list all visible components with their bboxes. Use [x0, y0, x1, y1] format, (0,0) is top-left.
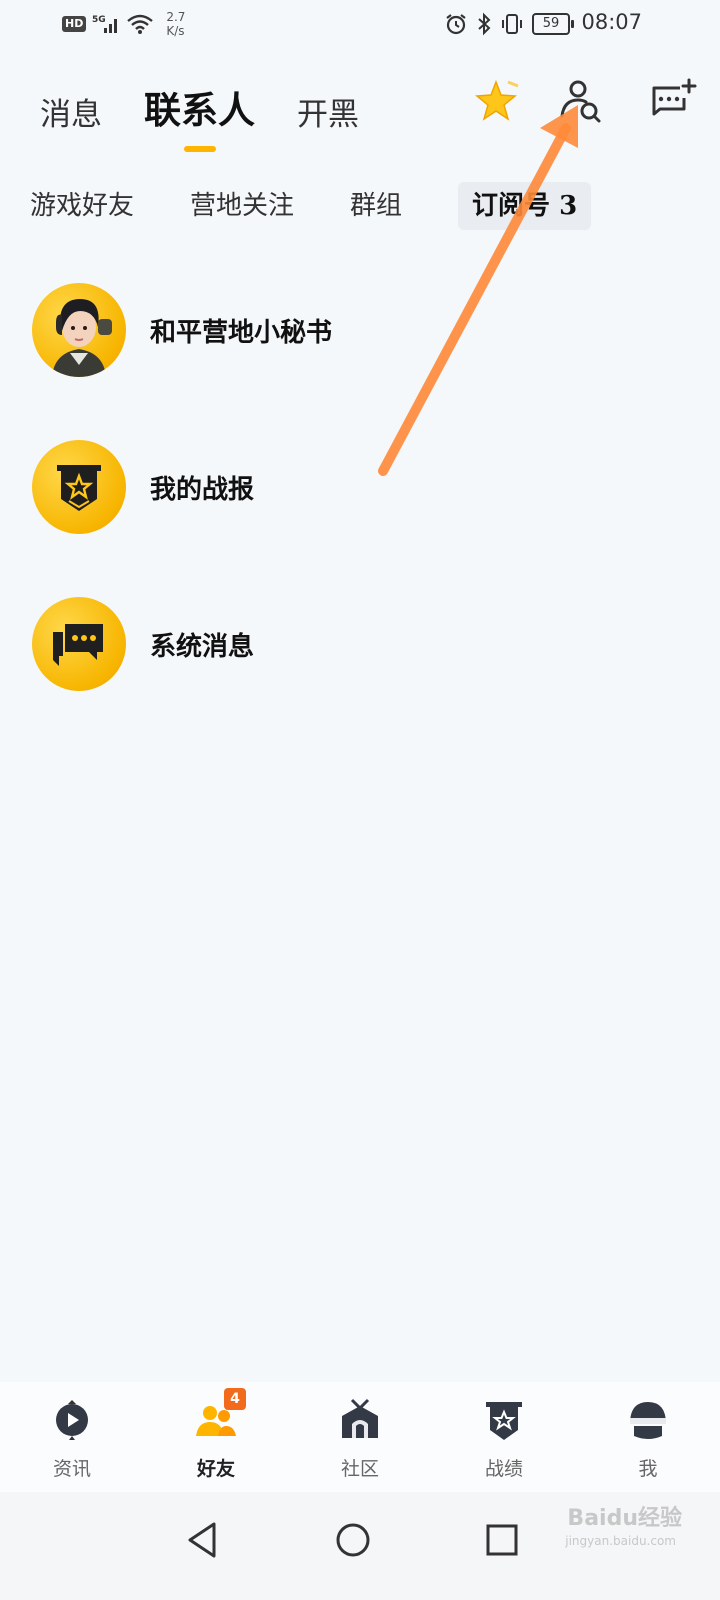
network-type: 5G [92, 15, 106, 25]
character-avatar-icon [52, 299, 112, 377]
nav-label: 好友 [196, 1458, 235, 1480]
contact-list: 和平营地小秘书 我的战报 系统消息 [32, 283, 692, 754]
new-message-icon[interactable] [646, 76, 698, 128]
sub-tabs: 游戏好友 营地关注 群组 订阅号 3 [30, 182, 592, 230]
contact-name: 我的战报 [150, 474, 255, 505]
message-bubble-icon [53, 624, 103, 666]
top-tabs: 消息 联系人 开黑 [40, 80, 401, 152]
status-left: HD 5G 2.7 K/s [62, 10, 185, 38]
nav-friends[interactable]: 4 好友 [166, 1382, 266, 1481]
nav-news[interactable]: 资讯 [22, 1382, 122, 1481]
vibrate-icon [502, 14, 522, 34]
subtab-game-friends[interactable]: 游戏好友 [30, 182, 134, 230]
nav-me[interactable]: 我 [598, 1382, 698, 1481]
nav-label: 我 [638, 1458, 658, 1480]
status-right: 59 [444, 12, 574, 36]
community-house-icon [342, 1398, 378, 1438]
record-badge-icon [486, 1402, 522, 1440]
message-bubble-avatar [32, 597, 126, 691]
signal-icon: 5G [92, 15, 118, 33]
character-avatar [32, 283, 126, 377]
badge-star-icon [57, 465, 101, 511]
tab-squad[interactable]: 开黑 [297, 89, 359, 134]
subtab-groups[interactable]: 群组 [350, 182, 402, 230]
subtab-subscriptions[interactable]: 订阅号 3 [458, 182, 592, 230]
news-play-icon [56, 1400, 88, 1440]
net-speed-unit: K/s [166, 24, 185, 38]
bottom-nav: 资讯 4 好友 社区 战绩 我 [0, 1382, 720, 1492]
friends-badge: 4 [224, 1388, 246, 1410]
nav-label: 社区 [340, 1458, 379, 1480]
contact-name: 和平营地小秘书 [150, 317, 333, 348]
back-icon[interactable] [184, 1520, 224, 1560]
contact-search-icon[interactable] [556, 76, 608, 128]
tab-label: 联系人 [144, 88, 255, 132]
tab-messages[interactable]: 消息 [40, 89, 102, 134]
wifi-icon [127, 14, 154, 34]
net-speed-value: 2.7 [166, 10, 186, 24]
battery-indicator: 59 [532, 13, 574, 35]
helmet-icon [630, 1402, 666, 1439]
watermark-url: jingyan.baidu.com [565, 1534, 676, 1548]
nav-community[interactable]: 社区 [310, 1382, 410, 1481]
list-item-battle-report[interactable]: 我的战报 [32, 440, 692, 534]
list-item-system-messages[interactable]: 系统消息 [32, 597, 692, 691]
recents-icon[interactable] [482, 1520, 522, 1560]
clock: 08:07 [581, 10, 642, 34]
alarm-icon [446, 14, 466, 35]
contact-name: 系统消息 [150, 631, 255, 662]
active-tab-indicator [183, 146, 216, 152]
tab-contacts[interactable]: 联系人 [144, 80, 255, 152]
star-icon[interactable] [470, 76, 522, 128]
status-bar: HD 5G 2.7 K/s 59 08:07 [0, 0, 720, 50]
net-speed: 2.7 K/s [166, 10, 185, 38]
bluetooth-icon [478, 12, 491, 36]
tab-label: 消息 [40, 97, 102, 133]
nav-label: 战绩 [484, 1458, 523, 1480]
tab-label: 开黑 [297, 97, 359, 133]
badge-star-avatar [32, 440, 126, 534]
watermark: Baidu经验 [567, 1506, 682, 1531]
nav-label: 资讯 [52, 1458, 91, 1480]
nav-records[interactable]: 战绩 [454, 1382, 554, 1481]
top-actions [420, 76, 720, 132]
hd-badge: HD [62, 16, 87, 32]
home-icon[interactable] [333, 1520, 373, 1560]
list-item-assistant[interactable]: 和平营地小秘书 [32, 283, 692, 377]
subtab-camp-following[interactable]: 营地关注 [190, 182, 294, 230]
